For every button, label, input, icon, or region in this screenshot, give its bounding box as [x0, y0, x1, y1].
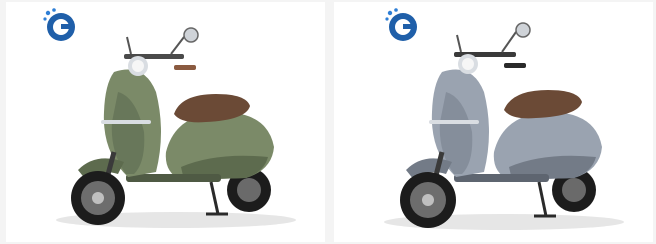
product-card-green[interactable] [6, 2, 325, 242]
brand-logo-icon [385, 8, 417, 41]
product-gallery [0, 0, 656, 244]
scooter-image-silver [384, 8, 624, 230]
product-card-silver[interactable] [334, 2, 653, 242]
scooter-image-green [43, 8, 296, 228]
brand-logo-icon [43, 8, 75, 41]
